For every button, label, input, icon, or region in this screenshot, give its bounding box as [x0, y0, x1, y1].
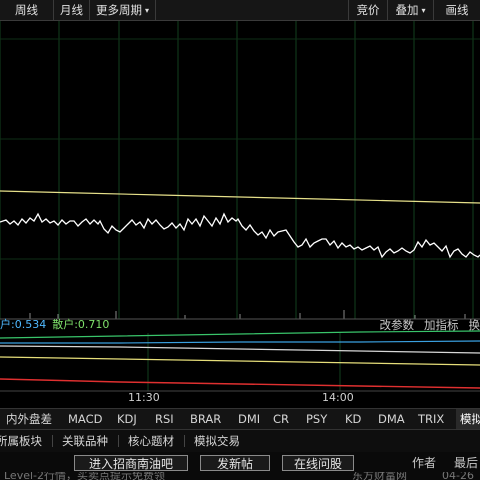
average-price-line: [0, 190, 480, 204]
indicator-line-blue: [0, 340, 480, 344]
author-column-header: 作者: [412, 456, 437, 470]
indicator-tabs: 内外盘差 MACD KDJ RSI BRAR DMI CR PSY KD DMA…: [0, 408, 480, 430]
indicator-line-red: [0, 378, 480, 389]
period-monthly-button[interactable]: 月线: [54, 0, 90, 20]
tab-trix[interactable]: TRIX: [418, 409, 444, 429]
divider: [52, 435, 53, 447]
indicator-readout: 户:0.534 散户:0.710: [0, 318, 115, 332]
chevron-down-icon: ▾: [421, 6, 426, 15]
tab-brar[interactable]: BRAR: [190, 409, 221, 429]
draw-line-label: 画线: [445, 3, 469, 17]
add-indicator-link[interactable]: 加指标: [424, 318, 459, 332]
tab-theme[interactable]: 核心题材: [128, 430, 174, 452]
tab-sim-trade[interactable]: 模拟交易: [194, 430, 240, 452]
time-label: 14:00: [322, 391, 354, 404]
draw-line-button[interactable]: 画线: [434, 0, 480, 20]
ticker-text: Level-2行情，买卖点提示免费领: [4, 472, 166, 480]
tab-macd[interactable]: MACD: [68, 409, 102, 429]
more-periods-dropdown[interactable]: 更多周期 ▾: [90, 0, 156, 20]
tab-dmi[interactable]: DMI: [238, 409, 260, 429]
tab-sector[interactable]: 所属板块: [0, 430, 42, 452]
enter-forum-button[interactable]: 进入招商南油吧: [74, 455, 188, 471]
auction-label: 竞价: [356, 3, 380, 17]
tab-kdj[interactable]: KDJ: [117, 409, 137, 429]
chevron-down-icon: ▾: [144, 6, 149, 15]
more-periods-label: 更多周期: [95, 3, 142, 17]
tab-kd[interactable]: KD: [345, 409, 361, 429]
tab-inner-outer-diff[interactable]: 内外盘差: [6, 409, 52, 429]
new-post-button[interactable]: 发新帖: [200, 455, 270, 471]
toolbar: 周线 月线 更多周期 ▾ 竞价 叠加 ▾ 画线: [0, 0, 480, 21]
news-ticker[interactable]: Level-2行情，买卖点提示免费领 东方财富网 04-26: [0, 472, 480, 480]
indicator-line-yellow: [0, 356, 480, 366]
overlay-dropdown[interactable]: 叠加 ▾: [388, 0, 434, 20]
time-label: 11:30: [128, 391, 160, 404]
divider: [184, 435, 185, 447]
indicator-line-white: [0, 345, 480, 354]
tab-psy[interactable]: PSY: [306, 409, 327, 429]
ticker-source: 东方财富网: [352, 472, 407, 480]
divider: [118, 435, 119, 447]
info-tabs: 所属板块 关联品种 核心题材 模拟交易: [0, 430, 480, 453]
auction-button[interactable]: 竞价: [348, 0, 388, 20]
price-line: [0, 212, 480, 259]
tab-dma[interactable]: DMA: [378, 409, 405, 429]
modify-params-link[interactable]: 改参数: [380, 318, 415, 332]
latest-column-header: 最后: [454, 456, 479, 470]
ask-online-button[interactable]: 在线问股: [282, 455, 354, 471]
price-grid: [0, 21, 480, 319]
period-weekly-button[interactable]: 周线: [0, 0, 54, 20]
chart-canvas: [0, 21, 480, 392]
ticker-date: 04-26: [442, 472, 474, 480]
period-monthly-label: 月线: [60, 3, 83, 17]
indicator-value-retail-2: 散户:0.710: [52, 318, 110, 331]
switch-link[interactable]: 换: [469, 318, 480, 332]
indicator-line-green: [0, 330, 480, 339]
tab-cr[interactable]: CR: [273, 409, 289, 429]
chart-area[interactable]: [0, 21, 480, 408]
period-weekly-label: 周线: [15, 3, 38, 17]
indicator-links: 改参数 加指标换: [370, 318, 480, 332]
tab-rsi[interactable]: RSI: [155, 409, 174, 429]
overlay-label: 叠加: [395, 3, 419, 17]
tab-related[interactable]: 关联品种: [62, 430, 108, 452]
indicator-value-retail-1: 户:0.534: [0, 318, 47, 331]
tab-simulation[interactable]: 模拟: [456, 409, 480, 429]
